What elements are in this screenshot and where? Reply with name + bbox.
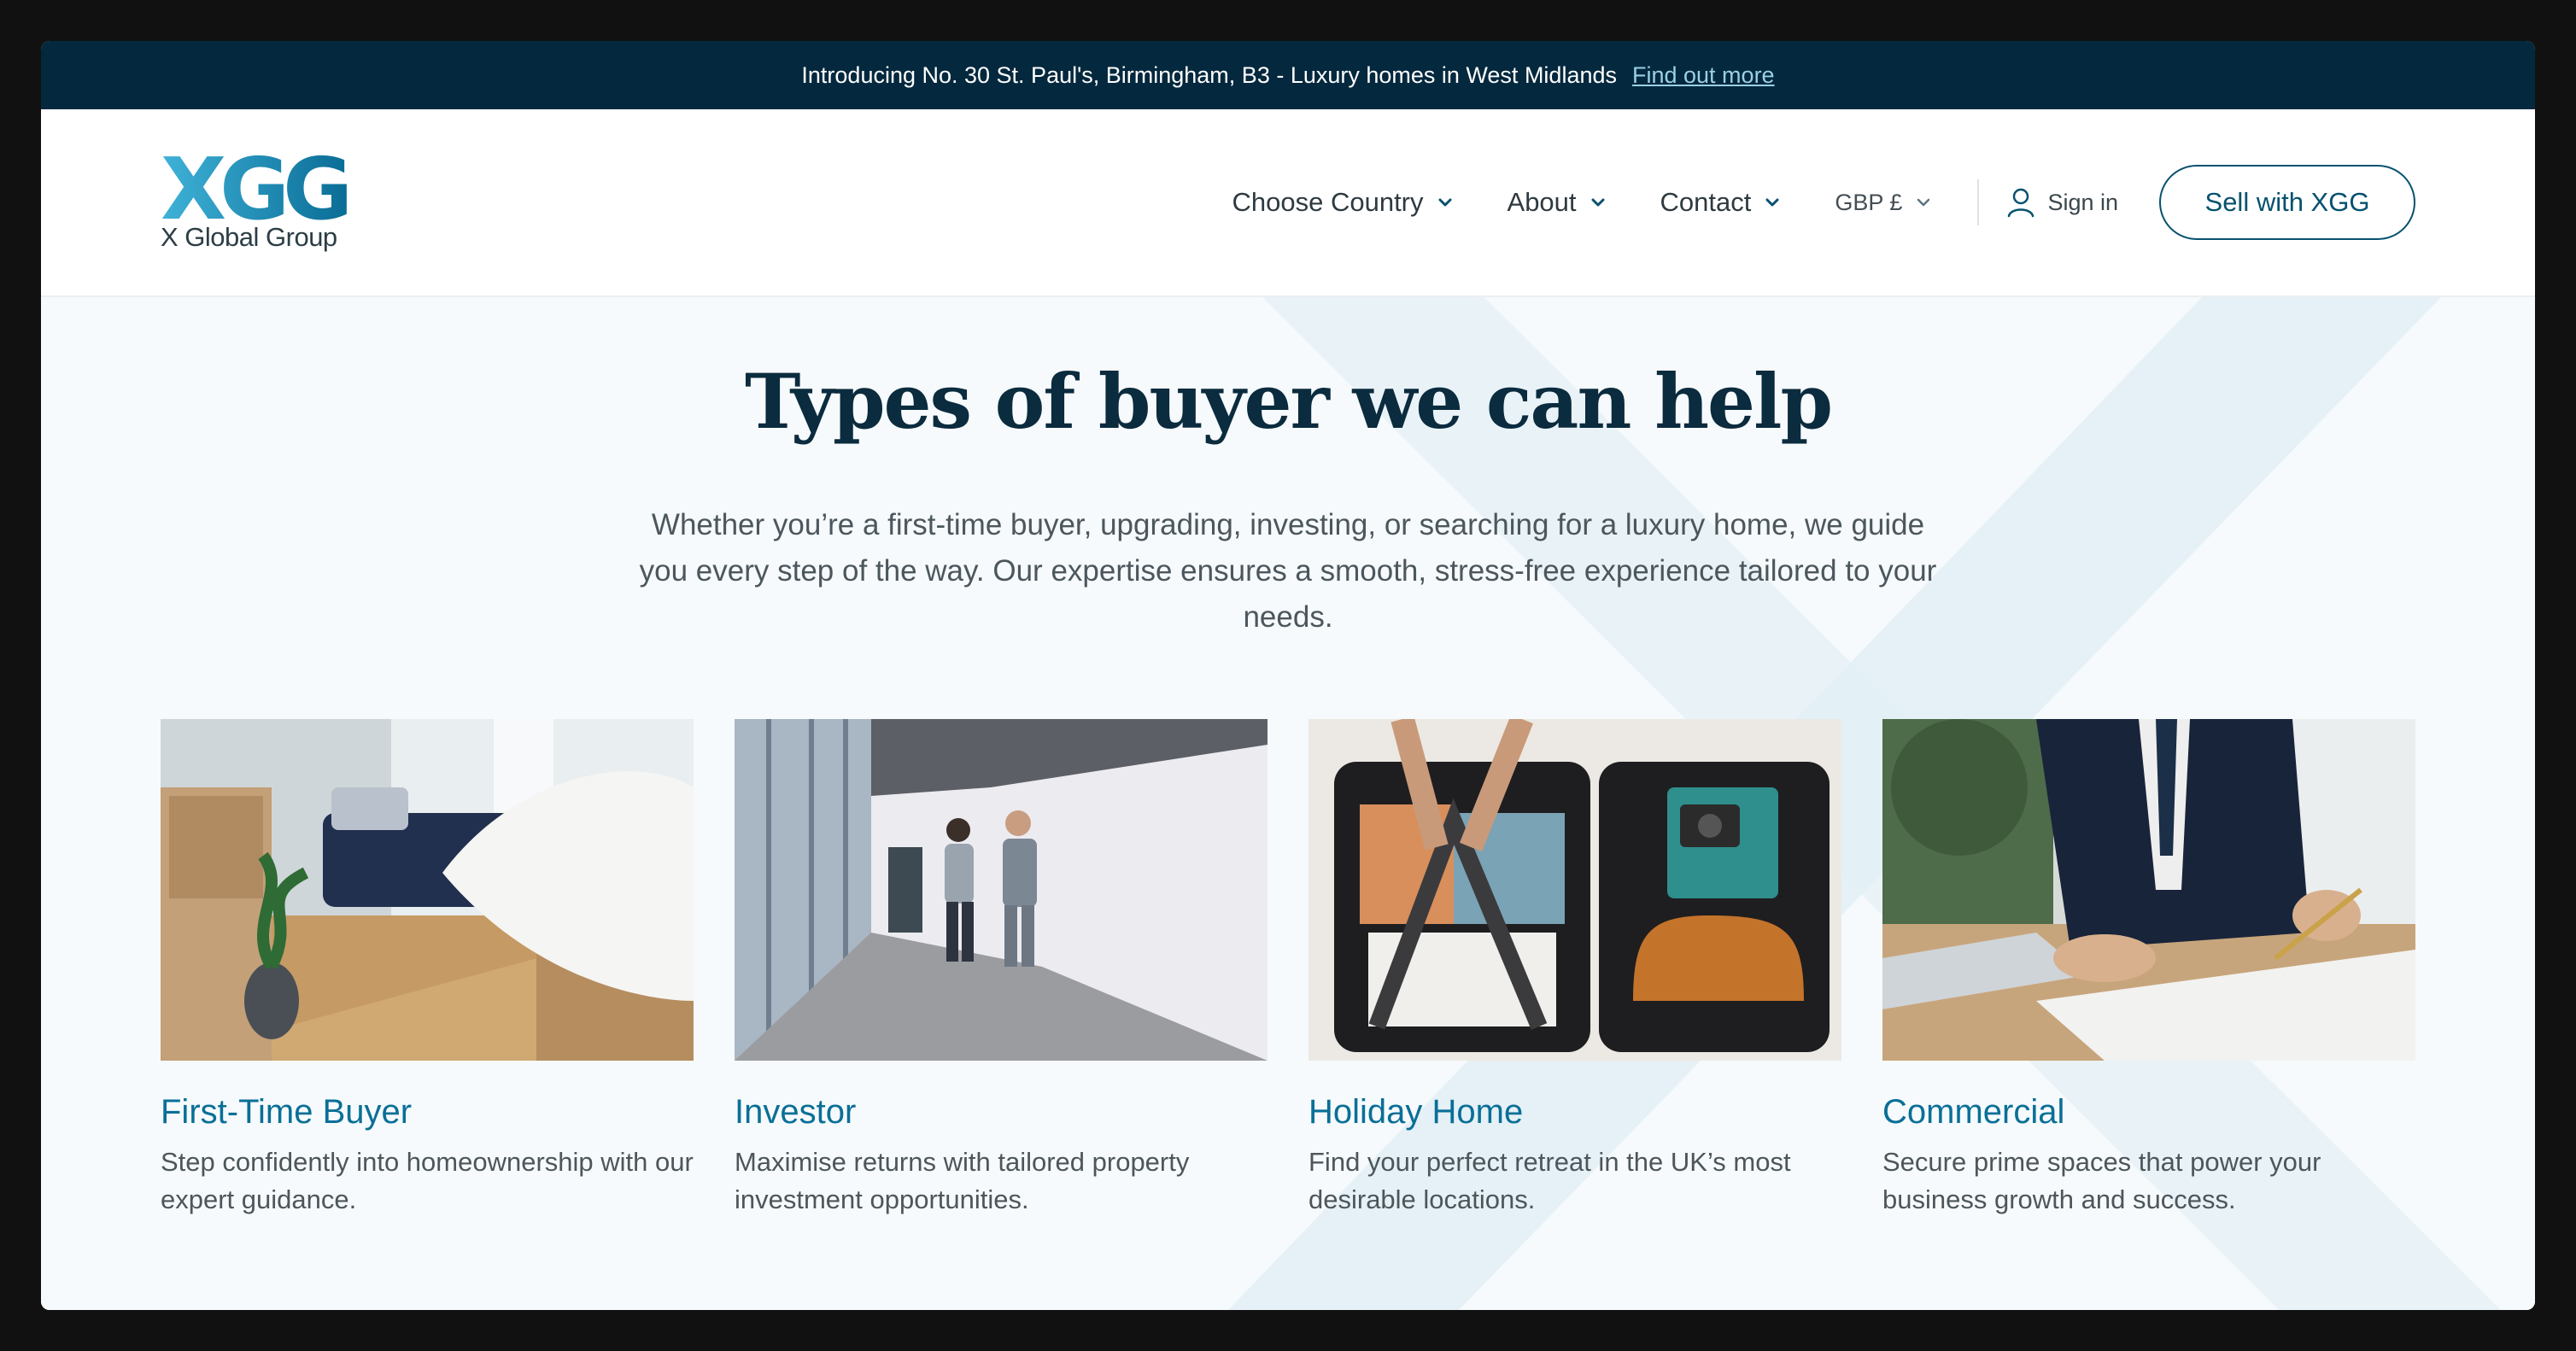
announcement-bar: Introducing No. 30 St. Paul's, Birmingha… bbox=[41, 41, 2535, 109]
card-holiday-home[interactable]: Holiday Home Find your perfect retreat i… bbox=[1308, 719, 1841, 1219]
suitcase-packing-photo bbox=[1308, 719, 1841, 1061]
currency-selector[interactable]: GBP £ bbox=[1835, 190, 1933, 216]
sell-with-xgg-button[interactable]: Sell with XGG bbox=[2159, 165, 2415, 240]
card-text: Step confidently into homeownership with… bbox=[161, 1147, 694, 1214]
signing-document-photo bbox=[1882, 719, 2415, 1061]
buyer-cards: First-Time Buyer Step confidently into h… bbox=[161, 719, 2415, 1219]
chevron-down-icon bbox=[1591, 198, 1605, 207]
nav-choose-country[interactable]: Choose Country bbox=[1232, 187, 1455, 218]
card-investor[interactable]: Investor Maximise returns with tailored … bbox=[735, 719, 1268, 1219]
find-out-more-link[interactable]: Find out more bbox=[1632, 62, 1775, 89]
office-corridor-photo bbox=[735, 719, 1268, 1061]
buyer-types-section: Types of buyer we can help Whether you’r… bbox=[41, 297, 2535, 1310]
user-icon bbox=[2008, 188, 2034, 218]
sign-in-link[interactable]: Sign in bbox=[2006, 187, 2118, 218]
section-title: Types of buyer we can help bbox=[745, 357, 1833, 446]
nav-label: Choose Country bbox=[1232, 187, 1424, 217]
site-header: XGG X Global Group Choose Country About … bbox=[41, 109, 2535, 297]
card-title: Investor bbox=[735, 1093, 857, 1131]
currency-label: GBP £ bbox=[1835, 189, 1903, 215]
card-title: First-Time Buyer bbox=[161, 1093, 413, 1131]
card-commercial[interactable]: Commercial Secure prime spaces that powe… bbox=[1882, 719, 2415, 1219]
card-text: Secure prime spaces that power your busi… bbox=[1882, 1147, 2321, 1214]
card-title: Holiday Home bbox=[1308, 1093, 1524, 1131]
nav-label: Contact bbox=[1660, 187, 1752, 217]
nav-label: About bbox=[1507, 187, 1577, 217]
brand-logo[interactable]: XGG X Global Group bbox=[161, 152, 366, 253]
chevron-down-icon bbox=[1438, 198, 1452, 207]
chevron-down-icon bbox=[1765, 198, 1779, 207]
section-lead: Whether you’re a first-time buyer, upgra… bbox=[639, 508, 1937, 634]
brand-name: X Global Group bbox=[161, 222, 337, 252]
svg-text:XGG: XGG bbox=[161, 152, 347, 224]
card-first-time-buyer[interactable]: First-Time Buyer Step confidently into h… bbox=[161, 719, 694, 1219]
announcement-text: Introducing No. 30 St. Paul's, Birmingha… bbox=[801, 61, 1617, 88]
browser-page: Introducing No. 30 St. Paul's, Birmingha… bbox=[41, 41, 2535, 1310]
card-title: Commercial bbox=[1882, 1093, 2065, 1131]
living-room-photo bbox=[161, 719, 694, 1061]
nav-contact[interactable]: Contact bbox=[1660, 187, 1783, 218]
xgg-logo-mark: XGG bbox=[161, 152, 354, 224]
card-text: Maximise returns with tailored property … bbox=[735, 1147, 1190, 1214]
chevron-down-icon bbox=[1917, 198, 1930, 207]
nav-about[interactable]: About bbox=[1508, 187, 1607, 218]
main-nav: Choose Country About Contact GBP £ Sign … bbox=[1180, 165, 2415, 240]
card-text: Find your perfect retreat in the UK’s mo… bbox=[1308, 1147, 1791, 1214]
sign-in-label: Sign in bbox=[2047, 189, 2118, 215]
nav-divider bbox=[1977, 179, 1980, 225]
